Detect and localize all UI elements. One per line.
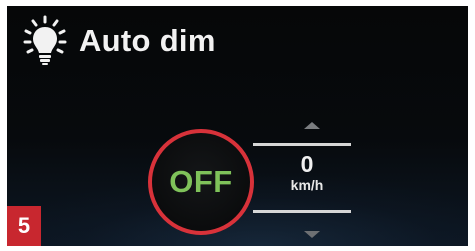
display-screen: Auto dim 0 km/h OFF <box>7 6 468 246</box>
speed-unit: km/h <box>290 177 324 193</box>
speed-decrease-arrow-icon[interactable] <box>304 231 320 238</box>
speed-divider-top <box>253 143 351 146</box>
speed-value: 0 <box>300 151 314 177</box>
toggle-state-label: OFF <box>169 164 233 199</box>
figure-frame: Auto dim 0 km/h OFF 5 <box>0 0 475 251</box>
speed-increase-arrow-icon[interactable] <box>304 122 320 129</box>
auto-dim-toggle-button[interactable]: OFF <box>148 129 254 235</box>
figure-number: 5 <box>17 213 31 238</box>
figure-number-badge: 5 <box>7 206 41 246</box>
speed-divider-bottom <box>253 210 351 213</box>
auto-dim-control: 0 km/h OFF <box>7 6 468 246</box>
